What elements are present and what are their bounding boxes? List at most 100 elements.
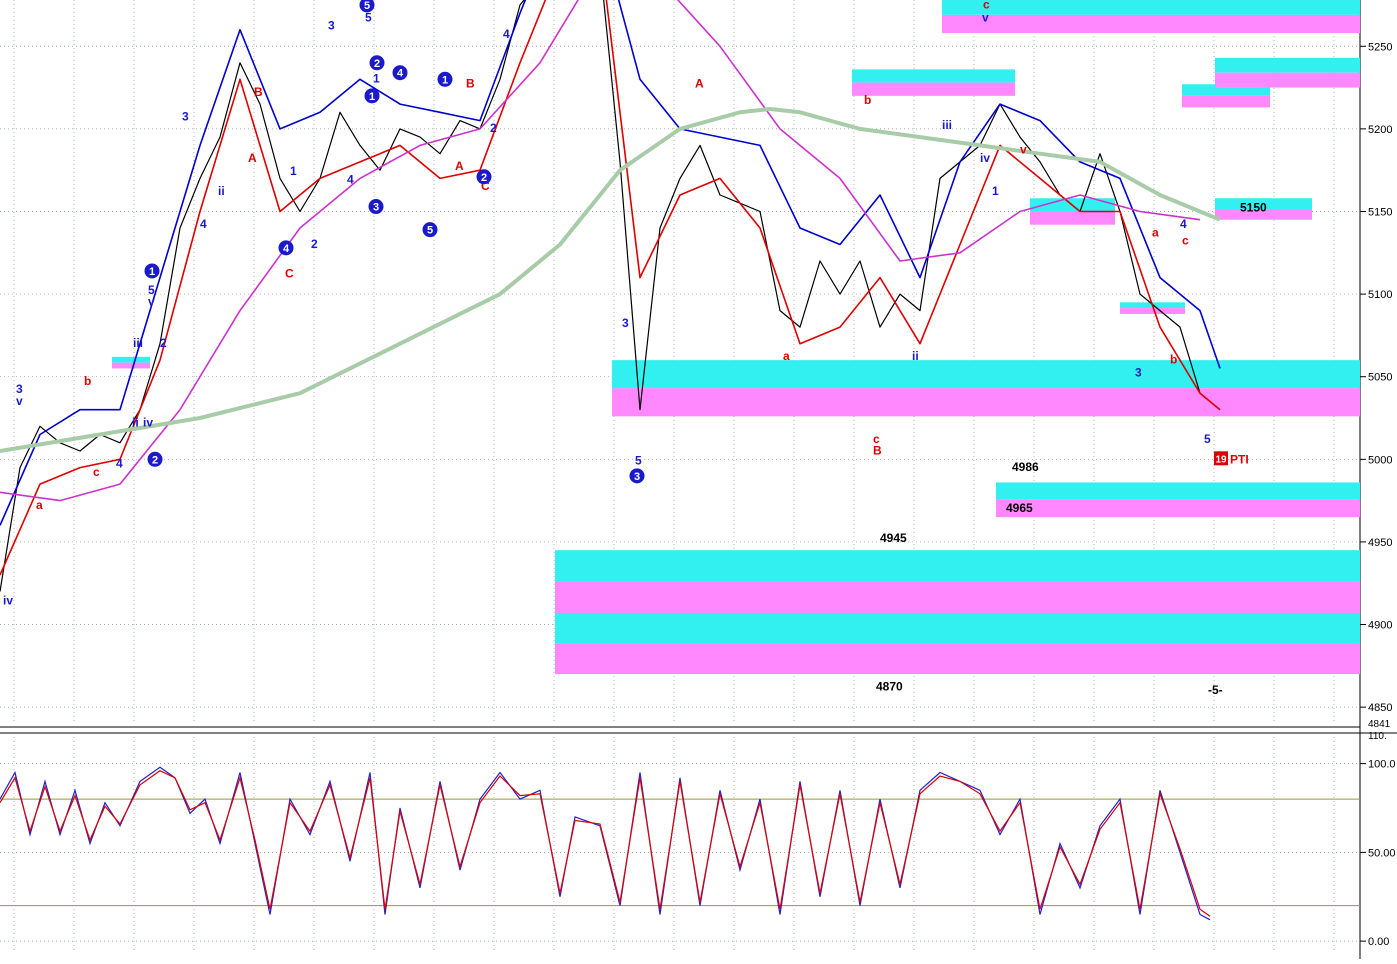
zone-band-cyan bbox=[996, 482, 1360, 500]
wave-label-red: b bbox=[1170, 352, 1177, 366]
wave-label-blue: 3 bbox=[328, 19, 335, 33]
wave-label-blue: ii bbox=[912, 349, 919, 363]
zone-band-magenta bbox=[112, 362, 150, 369]
circled-wave-label: 5 bbox=[364, 0, 370, 12]
circled-wave-label: 3 bbox=[373, 202, 379, 214]
wave-label-blue: 2 bbox=[311, 237, 318, 251]
y-tick-label: 5250 bbox=[1368, 41, 1392, 53]
wave-label-red: v bbox=[1020, 143, 1027, 157]
wave-label-blue: 3 bbox=[182, 110, 189, 124]
wave-label-blue: 3 bbox=[622, 316, 629, 330]
zone-band-magenta bbox=[612, 388, 1360, 417]
zone-band-magenta bbox=[942, 14, 1360, 34]
y-tick-label: 5150 bbox=[1368, 206, 1392, 218]
zone-band-cyan bbox=[852, 69, 1015, 83]
zone-band-magenta bbox=[1030, 211, 1115, 225]
wave-label-red: b bbox=[864, 93, 871, 107]
zone-price-label: 4870 bbox=[876, 680, 903, 694]
zone-price-label: 4986 bbox=[1012, 460, 1039, 474]
y-edge-label: 4841 bbox=[1368, 719, 1391, 730]
zone-band-magenta bbox=[1182, 95, 1270, 108]
wave-label-blue: v bbox=[982, 10, 989, 24]
wave-label-blue: v bbox=[16, 394, 23, 408]
circled-wave-label: 4 bbox=[397, 68, 404, 80]
wave-label-blue: 1 bbox=[373, 72, 380, 86]
zone-band-magenta bbox=[1215, 72, 1360, 88]
osc-tick-label: 0.00 bbox=[1368, 936, 1389, 948]
wave-label-red: c bbox=[93, 465, 100, 479]
wave-label-red: A bbox=[695, 77, 704, 91]
wave-label-blue: 2 bbox=[160, 336, 167, 350]
wave-label-red: B bbox=[254, 85, 263, 99]
pti-box-value: 19 bbox=[1215, 454, 1227, 465]
pti-label: PTI bbox=[1230, 452, 1249, 466]
osc-tick-label: 50.00 bbox=[1368, 847, 1396, 859]
y-tick-label: 5100 bbox=[1368, 289, 1392, 301]
zone-price-label: -5- bbox=[1208, 683, 1223, 697]
wave-label-blue: iii bbox=[133, 336, 143, 350]
wave-label-blue: 3 bbox=[1135, 366, 1142, 380]
wave-label-blue: 5 bbox=[365, 10, 372, 24]
circled-wave-label: 3 bbox=[634, 471, 640, 483]
wave-label-blue: iv bbox=[143, 415, 153, 429]
wave-label-red: A bbox=[248, 151, 257, 165]
circled-wave-label: 2 bbox=[481, 172, 487, 184]
wave-label-red: b bbox=[84, 374, 91, 388]
zone-band-cyan bbox=[1215, 57, 1360, 73]
wave-label-blue: 4 bbox=[200, 217, 207, 231]
wave-label-red: B bbox=[873, 443, 882, 457]
wave-label-blue: 5 bbox=[1204, 432, 1211, 446]
wave-label-blue: 4 bbox=[347, 172, 354, 186]
y-tick-label: 4950 bbox=[1368, 537, 1392, 549]
wave-label-red: a bbox=[36, 498, 43, 512]
zone-band-magenta bbox=[996, 499, 1360, 518]
circled-wave-label: 2 bbox=[374, 58, 380, 70]
zone-price-label: 5150 bbox=[1240, 200, 1267, 214]
wave-label-blue: 2 bbox=[490, 121, 497, 135]
zone-price-label: 4965 bbox=[1006, 501, 1033, 515]
y-tick-label: 5200 bbox=[1368, 124, 1392, 136]
wave-label-red: a bbox=[783, 349, 790, 363]
wave-label-red: a bbox=[1152, 225, 1159, 239]
wave-label-blue: iv bbox=[980, 151, 990, 165]
zone-band-cyan bbox=[612, 360, 1360, 389]
wave-label-red: B bbox=[466, 77, 475, 91]
wave-label-blue: 4 bbox=[116, 457, 123, 471]
y-tick-label: 5000 bbox=[1368, 454, 1392, 466]
wave-label-blue: v bbox=[148, 295, 155, 309]
wave-label-blue: 4 bbox=[1180, 217, 1187, 231]
circled-wave-label: 5 bbox=[427, 225, 433, 237]
wave-label-red: A bbox=[455, 159, 464, 173]
zone-band-cyan bbox=[555, 550, 1360, 582]
wave-label-red: c bbox=[1182, 234, 1189, 248]
circled-wave-label: 1 bbox=[149, 266, 155, 278]
wave-label-blue: iii bbox=[942, 118, 952, 132]
chart-root: 5150 4986 4965 4945 4870 -5- b a c B A C B A C Ab c Ba c v a… bbox=[0, 0, 1397, 959]
wave-label-blue: 1 bbox=[290, 164, 297, 178]
zone-band-cyan bbox=[555, 612, 1360, 644]
osc-tick-label: 100.0 bbox=[1368, 759, 1396, 771]
y-tick-label: 5050 bbox=[1368, 372, 1392, 384]
zone-band-magenta bbox=[555, 643, 1360, 675]
wave-label-blue: 1 bbox=[992, 184, 999, 198]
circled-wave-label: 1 bbox=[442, 74, 448, 86]
y-tick-label: 4900 bbox=[1368, 620, 1392, 632]
wave-label-blue: ii bbox=[218, 184, 225, 198]
wave-label-blue: iv bbox=[3, 594, 13, 608]
zone-band-magenta bbox=[852, 82, 1015, 96]
circled-wave-label: 4 bbox=[283, 243, 290, 255]
zone-band-cyan bbox=[942, 0, 1360, 15]
wave-label-blue: 4 bbox=[503, 27, 510, 41]
price-chart: 51504986496549454870 -5-bacBACBACAbcBacva… bbox=[0, 0, 1397, 959]
circled-wave-label: 2 bbox=[152, 454, 158, 466]
osc-edge-label: 110. bbox=[1368, 731, 1387, 742]
wave-label-red: C bbox=[285, 267, 294, 281]
wave-label-blue: ii bbox=[132, 415, 139, 429]
y-tick-label: 4850 bbox=[1368, 702, 1392, 714]
zone-price-label: 4945 bbox=[880, 531, 907, 545]
zone-band-magenta bbox=[1120, 308, 1185, 314]
zone-band-magenta bbox=[555, 581, 1360, 613]
wave-label-blue: 5 bbox=[635, 453, 642, 467]
zone-band-cyan bbox=[112, 356, 150, 363]
circled-wave-label: 1 bbox=[369, 91, 375, 103]
